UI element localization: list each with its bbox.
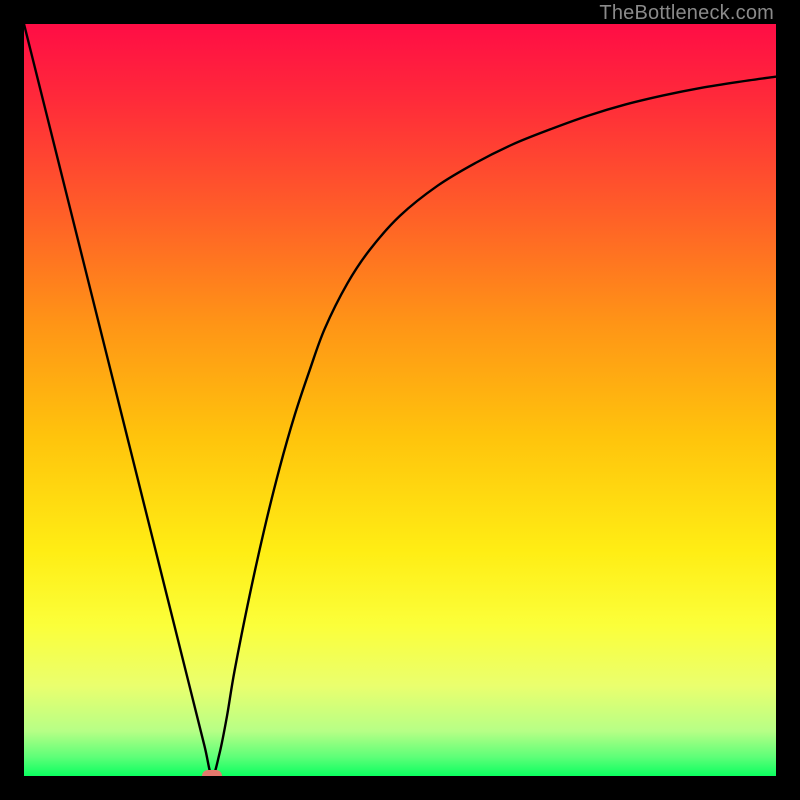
optimal-point-marker <box>202 770 222 776</box>
bottleneck-curve <box>24 24 776 776</box>
curve-layer <box>24 24 776 776</box>
plot-area <box>24 24 776 776</box>
watermark-text: TheBottleneck.com <box>599 2 774 25</box>
chart-frame: TheBottleneck.com <box>0 0 800 800</box>
